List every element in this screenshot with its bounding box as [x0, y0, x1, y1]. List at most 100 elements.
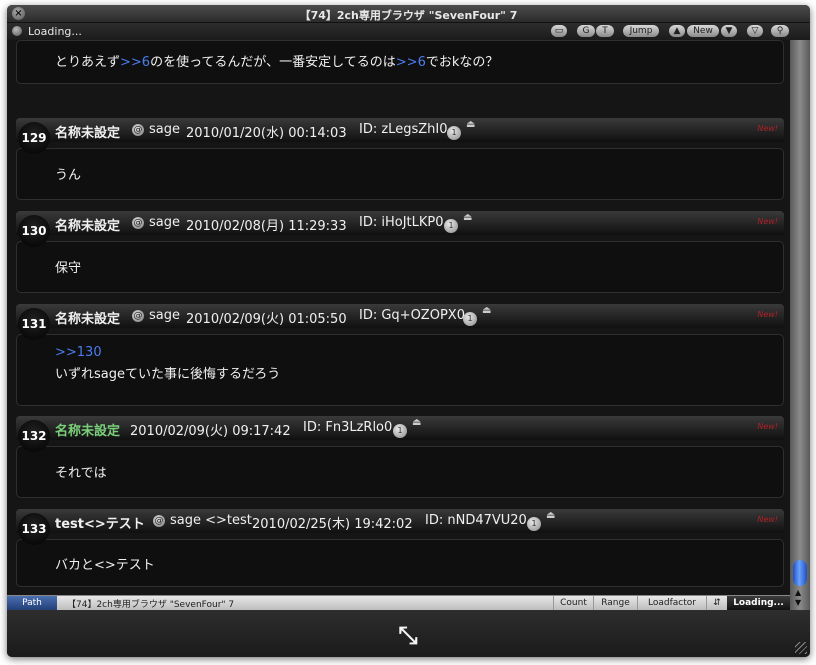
jump-button[interactable]: Jump [623, 25, 659, 37]
new-badge: New! [757, 124, 778, 133]
id-count-badge[interactable]: 1 [393, 424, 407, 438]
id-count-badge[interactable]: 1 [527, 517, 541, 531]
post-header: test<>テスト @ sage <>test 2010/02/25(木) 19… [16, 509, 784, 533]
post-date: 2010/02/09(火) 09:17:42 [130, 424, 291, 439]
poster-id[interactable]: ID: iHoJtLKP0 [359, 215, 444, 230]
poster-name[interactable]: 名称未設定 [55, 122, 120, 141]
range-button[interactable]: Range [593, 596, 637, 610]
post-body: バカと<>テスト [16, 539, 784, 587]
eject-icon[interactable]: ⏏ [466, 119, 475, 130]
id-count-badge[interactable]: 1 [463, 312, 477, 326]
scroll-up-icon[interactable]: ▲ [669, 25, 685, 37]
poster-mail: sage [149, 215, 180, 230]
status-loading: Loading... [727, 596, 790, 610]
anchor-link[interactable]: >>6 [396, 55, 426, 70]
loading-indicator-icon [12, 26, 22, 36]
new-badge: New! [757, 310, 778, 319]
post-body-text: 保守 [55, 261, 82, 276]
post-body-text: それでは [55, 466, 107, 481]
eject-icon[interactable]: ⏏ [546, 510, 555, 521]
post-item: 名称未設定 @ sage 2010/02/09(火) 01:05:50 ID: … [16, 304, 784, 408]
path-tab[interactable]: Path [7, 596, 57, 610]
post-item: 名称未設定 @ sage 2010/01/20(水) 00:14:03 ID: … [16, 118, 784, 200]
post-item: 128 とりあえず>>6のを使ってるんだが、一番安定してるのは>>6でおkなの？ [16, 40, 784, 106]
poster-mail: sage [149, 308, 180, 323]
post-number[interactable]: 129 [18, 122, 50, 154]
post-body: とりあえず>>6のを使ってるんだが、一番安定してるのは>>6でおkなの？ [16, 40, 784, 84]
poster-name[interactable]: 名称未設定 [55, 215, 120, 234]
poster-name[interactable]: 名称未設定 [55, 308, 120, 327]
post-date: 2010/02/08(月) 11:29:33 [186, 219, 347, 234]
post-item: 名称未設定 2010/02/09(火) 09:17:42 ID: Fn3LzRl… [16, 416, 784, 500]
resize-grip-icon[interactable] [795, 642, 807, 654]
search-icon[interactable]: ⚲ [771, 25, 789, 37]
goto-t-button[interactable]: T [596, 25, 614, 37]
id-count-badge[interactable]: 1 [447, 126, 461, 140]
title-bar[interactable]: × 【74】2ch専用ブラウザ "SevenFour" 7 [7, 5, 810, 23]
goto-g-button[interactable]: G [577, 25, 595, 37]
post-item: 名称未設定 @ sage 2010/02/08(月) 11:29:33 ID: … [16, 211, 784, 293]
post-date: 2010/02/09(火) 01:05:50 [186, 312, 347, 327]
poster-mail: sage [149, 122, 180, 137]
poster-id[interactable]: ID: nND47VU20 [425, 513, 527, 528]
bottom-panel: ⤡ [7, 610, 810, 657]
eject-icon[interactable]: ⏏ [463, 212, 472, 223]
poster-name[interactable]: 名称未設定 [55, 420, 120, 439]
post-number[interactable]: 131 [18, 308, 50, 340]
new-badge: New! [757, 217, 778, 226]
mail-icon: @ [132, 310, 144, 322]
eject-icon[interactable]: ⏏ [412, 417, 421, 428]
id-count-badge[interactable]: 1 [444, 219, 458, 233]
post-body: それでは [16, 446, 784, 498]
mail-icon: @ [132, 217, 144, 229]
post-number[interactable]: 132 [18, 420, 50, 452]
lock-icon[interactable]: ⇵ [706, 596, 727, 610]
poster-mail: sage <>test [170, 513, 252, 528]
app-window: × 【74】2ch専用ブラウザ "SevenFour" 7 Loading...… [7, 5, 810, 657]
mail-icon: @ [153, 515, 165, 527]
post-header: 名称未設定 @ sage 2010/02/08(月) 11:29:33 ID: … [16, 211, 784, 235]
loadfactor-button[interactable]: Loadfactor [637, 596, 706, 610]
post-body: >>130 いずれsageていた事に後悔するだろう [16, 334, 784, 406]
toolbar: Loading... ▭ G T Jump ▲ New ▼ ▽ ⚲ [7, 23, 810, 40]
window-toggle-button[interactable]: ▭ [551, 25, 567, 37]
thread-content[interactable]: 128 とりあえず>>6のを使ってるんだが、一番安定してるのは>>6でおkなの？… [7, 40, 790, 595]
vertical-scrollbar[interactable]: ▲ ▼ [790, 40, 810, 610]
count-button[interactable]: Count [553, 596, 593, 610]
post-item: test<>テスト @ sage <>test 2010/02/25(木) 19… [16, 509, 784, 593]
post-header: 名称未設定 2010/02/09(火) 09:17:42 ID: Fn3LzRl… [16, 416, 784, 440]
post-body: 保守 [16, 241, 784, 293]
status-bar: Path 【74】2ch専用ブラウザ "SevenFour" 7 Count R… [7, 595, 790, 610]
fullscreen-expand-icon[interactable]: ⤡ [392, 620, 424, 650]
eject-icon[interactable]: ⏏ [482, 305, 491, 316]
post-body-text: いずれsageていた事に後悔するだろう [55, 367, 281, 382]
filter-icon[interactable]: ▽ [747, 25, 763, 37]
post-header: 名称未設定 @ sage 2010/02/09(火) 01:05:50 ID: … [16, 304, 784, 328]
scroll-down-arrow-icon[interactable]: ▼ [795, 598, 801, 607]
window-title: 【74】2ch専用ブラウザ "SevenFour" 7 [299, 9, 518, 22]
new-button[interactable]: New [687, 25, 719, 37]
post-body-text: うん [55, 168, 82, 183]
anchor-link[interactable]: >>130 [55, 345, 102, 360]
post-body-text: バカと<>テスト [55, 558, 155, 573]
new-badge: New! [757, 422, 778, 431]
post-date: 2010/02/25(木) 19:42:02 [252, 517, 413, 532]
post-body: うん [16, 148, 784, 200]
poster-id[interactable]: ID: Fn3LzRlo0 [303, 420, 392, 435]
post-number[interactable]: 133 [18, 513, 50, 545]
loading-text: Loading... [28, 25, 82, 38]
post-body-text: とりあえず>>6のを使ってるんだが、一番安定してるのは>>6でおkなの？ [55, 55, 499, 70]
mail-icon: @ [132, 124, 144, 136]
anchor-link[interactable]: >>6 [120, 55, 150, 70]
scroll-down-icon[interactable]: ▼ [721, 25, 737, 37]
scrollbar-thumb[interactable] [793, 560, 807, 586]
poster-name[interactable]: test<>テスト [55, 513, 145, 532]
post-header: 名称未設定 @ sage 2010/01/20(水) 00:14:03 ID: … [16, 118, 784, 142]
new-badge: New! [757, 515, 778, 524]
path-text: 【74】2ch専用ブラウザ "SevenFour" 7 [67, 600, 235, 610]
poster-id[interactable]: ID: Gq+OZOPX0 [359, 308, 465, 323]
post-number[interactable]: 130 [18, 215, 50, 247]
poster-id[interactable]: ID: zLegsZhI0 [359, 122, 447, 137]
scroll-up-arrow-icon[interactable]: ▲ [795, 588, 801, 597]
post-date: 2010/01/20(水) 00:14:03 [186, 126, 347, 141]
